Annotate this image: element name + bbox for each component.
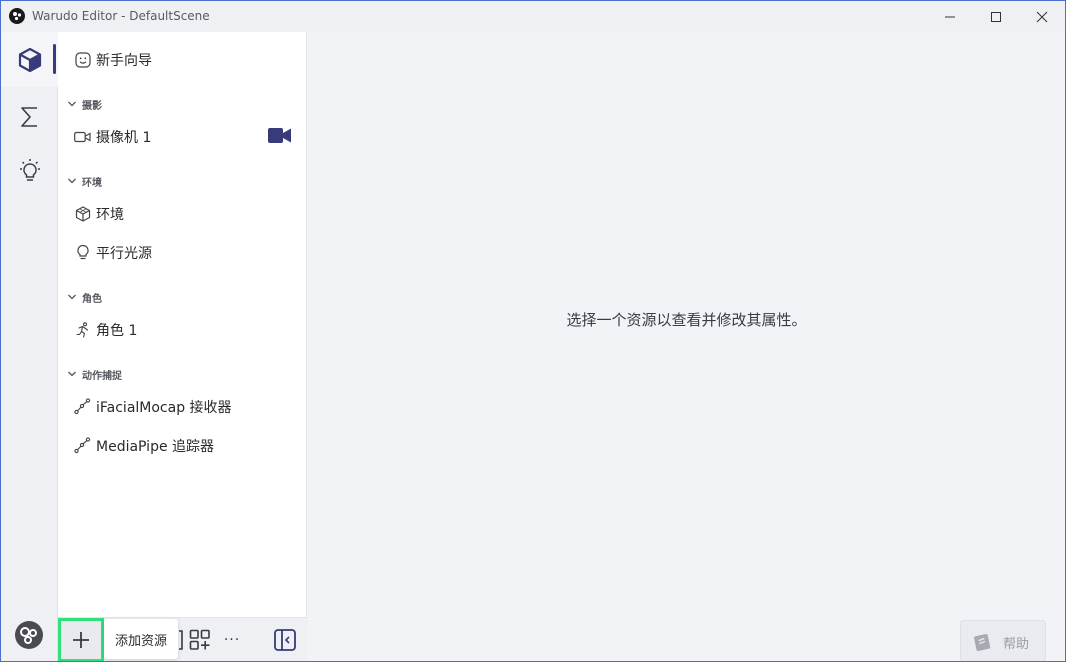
list-item-character-1[interactable]: 角色 1	[58, 311, 307, 347]
section-header-environment[interactable]: 环境	[58, 171, 307, 191]
help-button[interactable]: 帮助	[960, 620, 1046, 661]
minimize-icon	[945, 16, 955, 17]
list-item-directional-light[interactable]: 平行光源	[58, 234, 307, 270]
app-logo-icon	[9, 8, 25, 24]
panel-toolbar: ··· 添加资源	[58, 617, 307, 661]
chevron-down-icon	[68, 371, 76, 377]
list-item-label: 新手向导	[96, 53, 152, 69]
rail-blueprints-button[interactable]	[1, 89, 58, 144]
tracking-nodes-icon	[74, 437, 91, 454]
running-person-icon	[74, 321, 91, 338]
minimize-button[interactable]	[927, 1, 973, 32]
icon-rail	[1, 32, 58, 661]
app-window: Warudo Editor - DefaultScene 新手向导 摄影 摄像机…	[0, 0, 1066, 662]
lightbulb-icon	[19, 158, 40, 181]
cube-outline-icon	[74, 205, 91, 222]
empty-state-message: 选择一个资源以查看并修改其属性。	[566, 311, 807, 329]
lightbulb-icon	[74, 244, 91, 261]
add-asset-tooltip: 添加资源	[104, 619, 178, 659]
sidebar-toggle-icon	[274, 629, 296, 651]
smiley-icon	[74, 51, 91, 68]
maximize-icon	[991, 11, 1001, 22]
chevron-down-icon	[68, 294, 76, 300]
toggle-panel-button[interactable]	[271, 626, 299, 654]
list-item-label: 角色 1	[96, 323, 138, 339]
book-icon	[974, 634, 991, 651]
active-camera-icon[interactable]	[268, 127, 292, 144]
chevron-down-icon	[68, 178, 76, 184]
list-item-environment[interactable]: 环境	[58, 195, 307, 231]
settings-gears-icon[interactable]	[14, 620, 44, 650]
inspector-area: 选择一个资源以查看并修改其属性。 帮助	[307, 32, 1065, 661]
more-button[interactable]: ···	[218, 626, 246, 654]
rail-scene-button[interactable]	[1, 32, 58, 87]
list-item-label: iFacialMocap 接收器	[96, 400, 232, 416]
list-item-ifacialmocap-receiver[interactable]: iFacialMocap 接收器	[58, 388, 307, 424]
rail-plugins-button[interactable]	[1, 143, 58, 198]
section-title: 摄影	[82, 101, 102, 112]
video-camera-icon	[74, 128, 91, 145]
asset-panel: 新手向导 摄影 摄像机 1 环境 环境 平行光源 角色 角色 1 动作捕捉 iF…	[58, 32, 307, 661]
window-title: Warudo Editor - DefaultScene	[32, 9, 210, 23]
list-item-label: 环境	[96, 207, 124, 223]
tracking-nodes-icon	[74, 398, 91, 415]
section-title: 环境	[82, 178, 102, 189]
list-item-label: MediaPipe 追踪器	[96, 439, 215, 455]
list-item-label: 平行光源	[96, 246, 152, 262]
section-title: 动作捕捉	[82, 371, 122, 382]
rail-active-indicator	[53, 44, 56, 74]
add-plugin-button[interactable]	[186, 626, 214, 654]
close-button[interactable]	[1019, 1, 1065, 32]
section-header-characters[interactable]: 角色	[58, 287, 307, 307]
sigma-icon	[20, 106, 37, 127]
list-item-label: 摄像机 1	[96, 130, 152, 146]
plus-icon	[73, 632, 89, 648]
section-title: 角色	[82, 294, 102, 305]
apps-add-icon	[189, 629, 210, 650]
cube-icon	[18, 47, 41, 72]
maximize-button[interactable]	[973, 1, 1019, 32]
list-item-onboarding[interactable]: 新手向导	[58, 41, 307, 77]
close-icon	[1036, 11, 1048, 22]
add-asset-button[interactable]	[58, 618, 104, 661]
list-item-camera-1[interactable]: 摄像机 1	[58, 118, 307, 154]
section-header-photography[interactable]: 摄影	[58, 94, 307, 114]
chevron-down-icon	[68, 101, 76, 107]
list-item-mediapipe-tracker[interactable]: MediaPipe 追踪器	[58, 427, 307, 463]
help-label: 帮助	[1003, 637, 1030, 652]
title-bar: Warudo Editor - DefaultScene	[1, 1, 1065, 32]
section-header-motion-capture[interactable]: 动作捕捉	[58, 364, 307, 384]
